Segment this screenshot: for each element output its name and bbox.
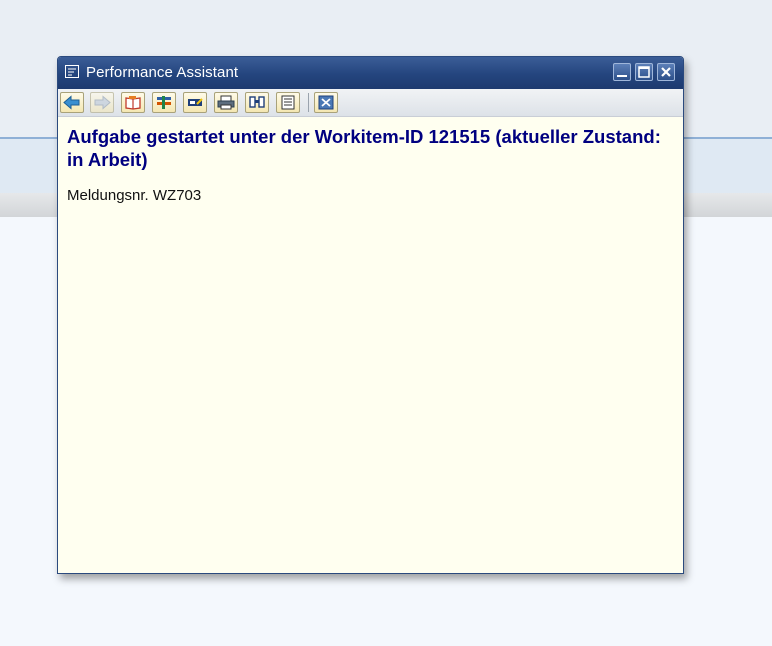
back-button[interactable] — [60, 92, 84, 113]
close-icon — [661, 67, 671, 77]
binoculars-icon — [249, 96, 265, 108]
dialog-title: Performance Assistant — [86, 64, 239, 81]
find-button[interactable] — [245, 92, 269, 113]
arrow-right-icon — [94, 95, 111, 110]
dialog-toolbar — [58, 89, 683, 117]
printer-icon — [217, 95, 235, 110]
document-button[interactable] — [276, 92, 300, 113]
window-app-icon — [65, 65, 80, 79]
maximize-button[interactable] — [635, 63, 653, 81]
edit-icon — [188, 98, 203, 106]
help-content: Aufgabe gestartet unter der Workitem-ID … — [58, 117, 683, 212]
minimize-icon — [617, 75, 627, 77]
close-icon — [318, 95, 334, 110]
maximize-icon — [638, 66, 650, 78]
performance-assistant-dialog: Performance Assistant Aufgabe gestartet … — [57, 56, 684, 574]
close-window-button[interactable] — [657, 63, 675, 81]
toolbar-separator — [308, 93, 309, 112]
book-icon — [125, 96, 141, 110]
print-button[interactable] — [214, 92, 238, 113]
technical-info-button[interactable] — [152, 92, 176, 113]
tools-icon — [157, 96, 171, 109]
dialog-titlebar[interactable]: Performance Assistant — [58, 57, 683, 89]
minimize-button[interactable] — [613, 63, 631, 81]
close-help-button[interactable] — [314, 92, 338, 113]
message-number: Meldungsnr. WZ703 — [67, 187, 202, 204]
forward-button[interactable] — [90, 92, 114, 113]
arrow-left-icon — [63, 95, 80, 110]
message-headline: Aufgabe gestartet unter der Workitem-ID … — [67, 126, 661, 170]
book-button[interactable] — [121, 92, 145, 113]
edit-button[interactable] — [183, 92, 207, 113]
document-icon — [281, 95, 295, 110]
